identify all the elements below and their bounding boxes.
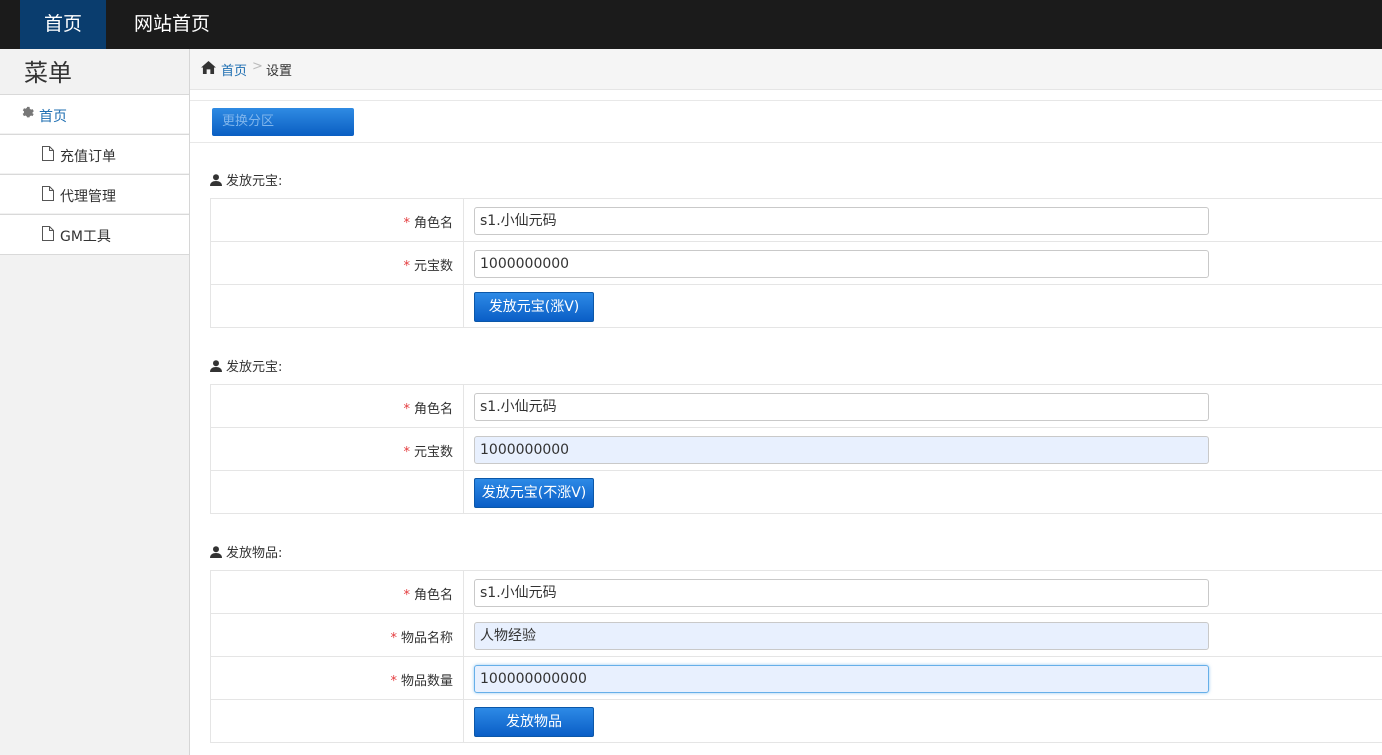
breadcrumb-separator: > <box>252 59 263 74</box>
field-label: * 角色名 <box>403 216 453 231</box>
sidebar-item-label: 充值订单 <box>60 149 116 165</box>
form-gold-with-vip: * 角色名 s1.小仙元码 * 元宝数 1000000000 发放元宝(涨V) <box>210 198 1382 328</box>
form-gold-without-vip: * 角色名 s1.小仙元码 * 元宝数 1000000000 发放元宝(不涨V) <box>210 384 1382 514</box>
sidebar-item-gm-tools[interactable]: GM工具 <box>0 214 189 255</box>
home-icon <box>201 61 216 78</box>
gear-icon <box>20 106 34 124</box>
breadcrumb-home-link[interactable]: 首页 <box>221 60 247 79</box>
sidebar-item-label: GM工具 <box>60 229 111 245</box>
breadcrumb-current: 设置 <box>266 64 293 79</box>
form-row: * 物品数量 100000000000 <box>210 657 1382 700</box>
section-title: 发放物品: <box>210 542 282 561</box>
field-label: * 物品数量 <box>390 674 453 689</box>
document-icon <box>42 226 54 245</box>
form-row: * 元宝数 1000000000 <box>210 428 1382 471</box>
sidebar-item-label: 首页 <box>39 109 67 125</box>
top-navbar: 首页 网站首页 <box>0 0 1382 49</box>
toolbar: 更换分区 <box>190 100 1382 143</box>
gold-amount-input[interactable]: 1000000000 <box>474 436 1209 464</box>
field-label: * 元宝数 <box>403 445 453 460</box>
field-label: * 元宝数 <box>403 259 453 274</box>
sidebar-item-home[interactable]: 首页 <box>0 94 189 133</box>
role-name-input[interactable]: s1.小仙元码 <box>474 393 1209 421</box>
role-name-input[interactable]: s1.小仙元码 <box>474 579 1209 607</box>
switch-zone-button[interactable]: 更换分区 <box>212 108 354 136</box>
item-quantity-input[interactable]: 100000000000 <box>474 665 1209 693</box>
gold-amount-input[interactable]: 1000000000 <box>474 250 1209 278</box>
role-name-input[interactable]: s1.小仙元码 <box>474 207 1209 235</box>
sidebar-title: 菜单 <box>24 59 72 87</box>
section-title: 发放元宝: <box>210 170 282 189</box>
form-row: * 角色名 s1.小仙元码 <box>210 385 1382 428</box>
nav-tab-site-home[interactable]: 网站首页 <box>120 0 224 49</box>
form-row: * 角色名 s1.小仙元码 <box>210 199 1382 242</box>
form-send-item: * 角色名 s1.小仙元码 * 物品名称 人物经验 * 物品数量 1000000000… <box>210 570 1382 743</box>
form-row: * 角色名 s1.小仙元码 <box>210 571 1382 614</box>
section-title: 发放元宝: <box>210 356 282 375</box>
form-row: 发放物品 <box>210 700 1382 743</box>
field-label: * 角色名 <box>403 588 453 603</box>
form-row: * 物品名称 人物经验 <box>210 614 1382 657</box>
section-title-text: 发放元宝: <box>226 360 283 375</box>
section-title-text: 发放元宝: <box>226 174 283 189</box>
nav-tab-home[interactable]: 首页 <box>20 0 106 49</box>
user-icon <box>210 174 222 186</box>
user-icon <box>210 360 222 372</box>
form-row: 发放元宝(不涨V) <box>210 471 1382 514</box>
sidebar-item-label: 代理管理 <box>60 189 116 205</box>
sidebar: 菜单 首页 充值订单 代理管理 GM工具 <box>0 49 190 755</box>
item-name-input[interactable]: 人物经验 <box>474 622 1209 650</box>
send-gold-vip-button[interactable]: 发放元宝(涨V) <box>474 292 594 322</box>
form-row: * 元宝数 1000000000 <box>210 242 1382 285</box>
document-icon <box>42 186 54 205</box>
document-icon <box>42 146 54 165</box>
form-row: 发放元宝(涨V) <box>210 285 1382 328</box>
user-icon <box>210 546 222 558</box>
breadcrumb: 首页 > 设置 <box>190 49 1382 90</box>
field-label: * 物品名称 <box>390 631 453 646</box>
field-label: * 角色名 <box>403 402 453 417</box>
section-title-text: 发放物品: <box>226 546 283 561</box>
sidebar-item-agent-management[interactable]: 代理管理 <box>0 174 189 213</box>
send-item-button[interactable]: 发放物品 <box>474 707 594 737</box>
sidebar-item-recharge-orders[interactable]: 充值订单 <box>0 134 189 173</box>
send-gold-no-vip-button[interactable]: 发放元宝(不涨V) <box>474 478 594 508</box>
